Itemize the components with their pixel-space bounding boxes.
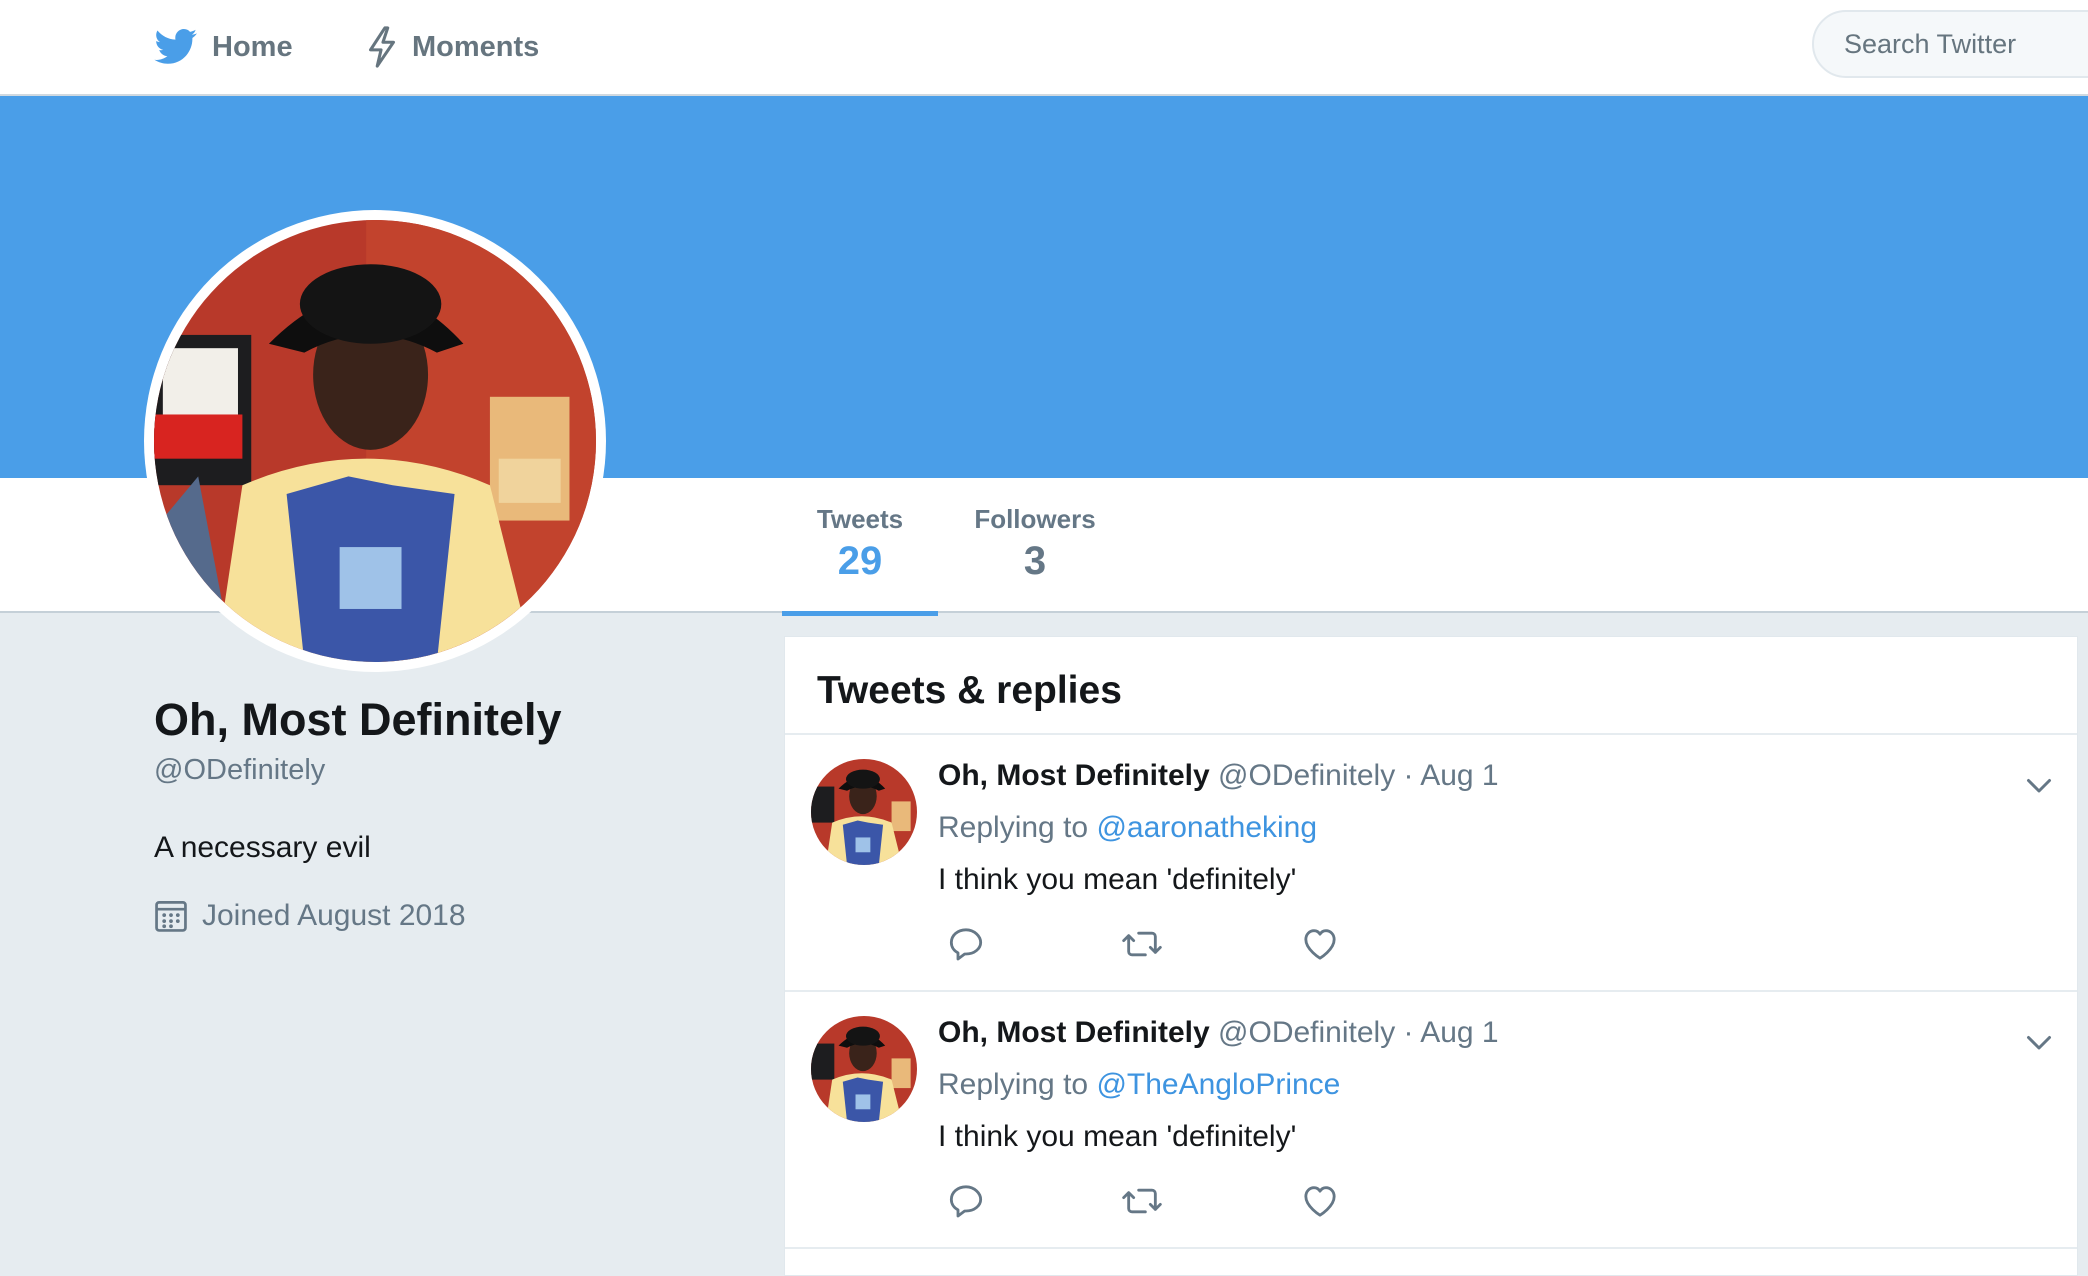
reply-button[interactable] [941,1176,991,1226]
profile-avatar[interactable] [144,210,606,672]
reply-button[interactable] [941,919,991,969]
tweet-avatar[interactable] [811,759,917,865]
tweet-author-name[interactable]: Oh, Most Definitely [938,759,1210,792]
timeline-title: Tweets & replies [785,637,2077,735]
timeline: Tweets & replies Oh, Most Definitely @OD… [784,636,2078,1276]
profile-handle[interactable]: @ODefinitely [154,754,754,787]
profile-name[interactable]: Oh, Most Definitely [154,690,754,750]
tweet-meta[interactable]: @ODefinitely · Aug 1 [1218,759,1499,792]
tweet-text: I think you mean 'definitely' [938,863,1297,896]
tab-tweets[interactable]: Tweets 29 [782,504,938,616]
tweet-meta[interactable]: @ODefinitely · Aug 1 [1218,1016,1499,1049]
tweet-replying-to: Replying to @TheAngloPrince [938,1062,1340,1108]
like-button[interactable] [1295,1176,1345,1226]
joined-date: Joined August 2018 [202,899,466,932]
nav-home-label: Home [212,30,293,63]
profile-joined: Joined August 2018 [154,899,754,933]
twitter-bird-icon [154,29,197,64]
chevron-down-icon [2027,779,2051,793]
tweet-replying-to: Replying to @aaronatheking [938,805,1317,851]
replying-prefix: Replying to [938,811,1089,844]
retweet-button[interactable] [1117,1176,1167,1226]
nav-moments[interactable]: Moments [366,22,539,72]
reply-icon [949,928,983,961]
search-box[interactable] [1812,10,2088,78]
followers-label: Followers [974,504,1096,534]
replying-prefix: Replying to [938,1068,1089,1101]
tweet[interactable]: Oh, Most Definitely @ODefinitely · Aug 1… [785,992,2077,1249]
avatar-image [811,1016,917,1122]
mention-link[interactable]: @aaronatheking [1096,811,1317,844]
tweets-label: Tweets [816,504,904,534]
heart-icon [1304,929,1336,960]
mention-link[interactable]: @TheAngloPrince [1096,1068,1340,1101]
tweet-header: Oh, Most Definitely @ODefinitely · Aug 1 [938,1010,1499,1056]
search-input[interactable] [1842,27,2088,61]
tab-followers[interactable]: Followers 3 [962,504,1108,584]
tweet-options-button[interactable] [2019,1022,2059,1062]
profile-card: Oh, Most Definitely @ODefinitely A neces… [154,690,754,933]
top-nav: Home Moments [0,0,2088,96]
nav-home[interactable]: Home [154,22,293,72]
tweet[interactable]: Oh, Most Definitely @ODefinitely · Aug 1… [785,735,2077,992]
followers-count: 3 [1023,539,1047,583]
retweet-button[interactable] [1117,919,1167,969]
tweet-options-button[interactable] [2019,765,2059,805]
calendar-icon [155,901,187,932]
tweet-text: I think you mean 'definitely' [938,1120,1297,1153]
heart-icon [1304,1186,1336,1217]
chevron-down-icon [2027,1036,2051,1050]
avatar-image [154,220,596,662]
lightning-icon [369,26,395,68]
nav-moments-label: Moments [412,30,540,63]
avatar-image [811,759,917,865]
profile-bio: A necessary evil [154,831,371,864]
tweets-count: 29 [837,539,883,583]
tweet-author-name[interactable]: Oh, Most Definitely [938,1016,1210,1049]
retweet-icon [1122,931,1162,957]
tweet-header: Oh, Most Definitely @ODefinitely · Aug 1 [938,753,1499,799]
like-button[interactable] [1295,919,1345,969]
tweet-avatar[interactable] [811,1016,917,1122]
retweet-icon [1122,1188,1162,1214]
reply-icon [949,1185,983,1218]
